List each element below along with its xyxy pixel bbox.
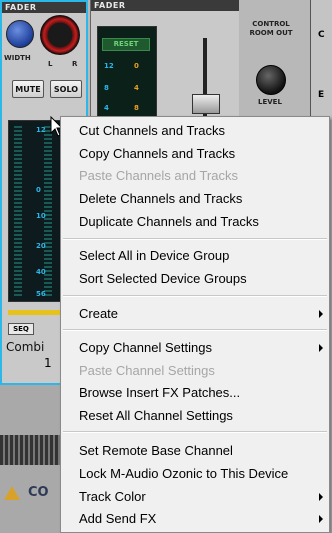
side-panel [310,0,332,120]
solo-button[interactable]: SOLO [50,80,82,98]
submenu-arrow-icon [319,344,323,352]
logo-icon [4,486,20,500]
mute-button[interactable]: MUTE [12,80,44,98]
meter-scale-label: 4 [134,84,139,92]
width-label: WIDTH [4,54,31,62]
context-menu: Cut Channels and Tracks Copy Channels an… [60,116,330,533]
menu-item-lock-ozonic[interactable]: Lock M-Audio Ozonic to This Device [79,466,288,481]
submenu-arrow-icon [319,310,323,318]
submenu-arrow-icon [319,515,323,523]
meter-scale-label: 8 [134,104,139,112]
menu-separator [63,238,327,240]
meter-scale-label: 40 [36,268,46,276]
meter-scale-label: 0 [134,62,139,70]
strip-header: FADER [91,0,239,11]
meter-bar-left [14,126,22,296]
reset-button[interactable]: RESET [102,38,150,51]
menu-separator [63,295,327,297]
menu-item-select-all-group[interactable]: Select All in Device Group [79,248,229,263]
menu-separator [63,431,327,433]
menu-item-add-send-fx[interactable]: Add Send FX [79,511,156,526]
pan-knob[interactable] [40,15,80,55]
pan-r-label: R [72,60,78,68]
meter-scale-label: 20 [36,242,46,250]
menu-item-set-remote-base[interactable]: Set Remote Base Channel [79,443,233,458]
menu-item-delete-channels[interactable]: Delete Channels and Tracks [79,191,242,206]
width-knob[interactable] [6,20,34,48]
control-room-out-label: CONTROL ROOM OUT [249,20,293,37]
menu-item-sort-groups[interactable]: Sort Selected Device Groups [79,271,247,286]
meter-scale-label: 10 [36,212,46,220]
meter-scale-label: 12 [36,126,46,134]
menu-item-paste-channel-settings[interactable]: Paste Channel Settings [79,363,215,378]
level-label: LEVEL [258,98,282,106]
seq-button[interactable]: SEQ [8,323,34,335]
menu-item-copy-channel-settings[interactable]: Copy Channel Settings [79,340,212,355]
meter-scale-label: 0 [36,186,41,194]
menu-item-duplicate-channels[interactable]: Duplicate Channels and Tracks [79,214,259,229]
strip-header: FADER [2,2,86,13]
submenu-arrow-icon [319,493,323,501]
meter-scale-label: 12 [104,62,114,70]
panel-letter: C [318,30,325,40]
channel-number: 1 [44,356,52,370]
level-knob[interactable] [256,65,286,95]
menu-separator [63,329,327,331]
meter-scale-label: 4 [104,104,109,112]
menu-item-paste-channels[interactable]: Paste Channels and Tracks [79,168,238,183]
menu-item-copy-channels[interactable]: Copy Channels and Tracks [79,146,235,161]
pan-l-label: L [48,60,53,68]
meter-scale-label: 56 [36,290,46,298]
meter-scale-label: 8 [104,84,109,92]
menu-item-browse-insert-fx[interactable]: Browse Insert FX Patches... [79,385,240,400]
menu-item-cut-channels[interactable]: Cut Channels and Tracks [79,123,225,138]
master-fader[interactable] [192,94,220,114]
device-name: Combi [6,340,45,354]
menu-item-reset-channel-settings[interactable]: Reset All Channel Settings [79,408,233,423]
device-logo-text: CO [28,485,49,500]
panel-letter: E [318,90,325,100]
menu-item-create[interactable]: Create [79,306,118,321]
menu-item-track-color[interactable]: Track Color [79,489,146,504]
